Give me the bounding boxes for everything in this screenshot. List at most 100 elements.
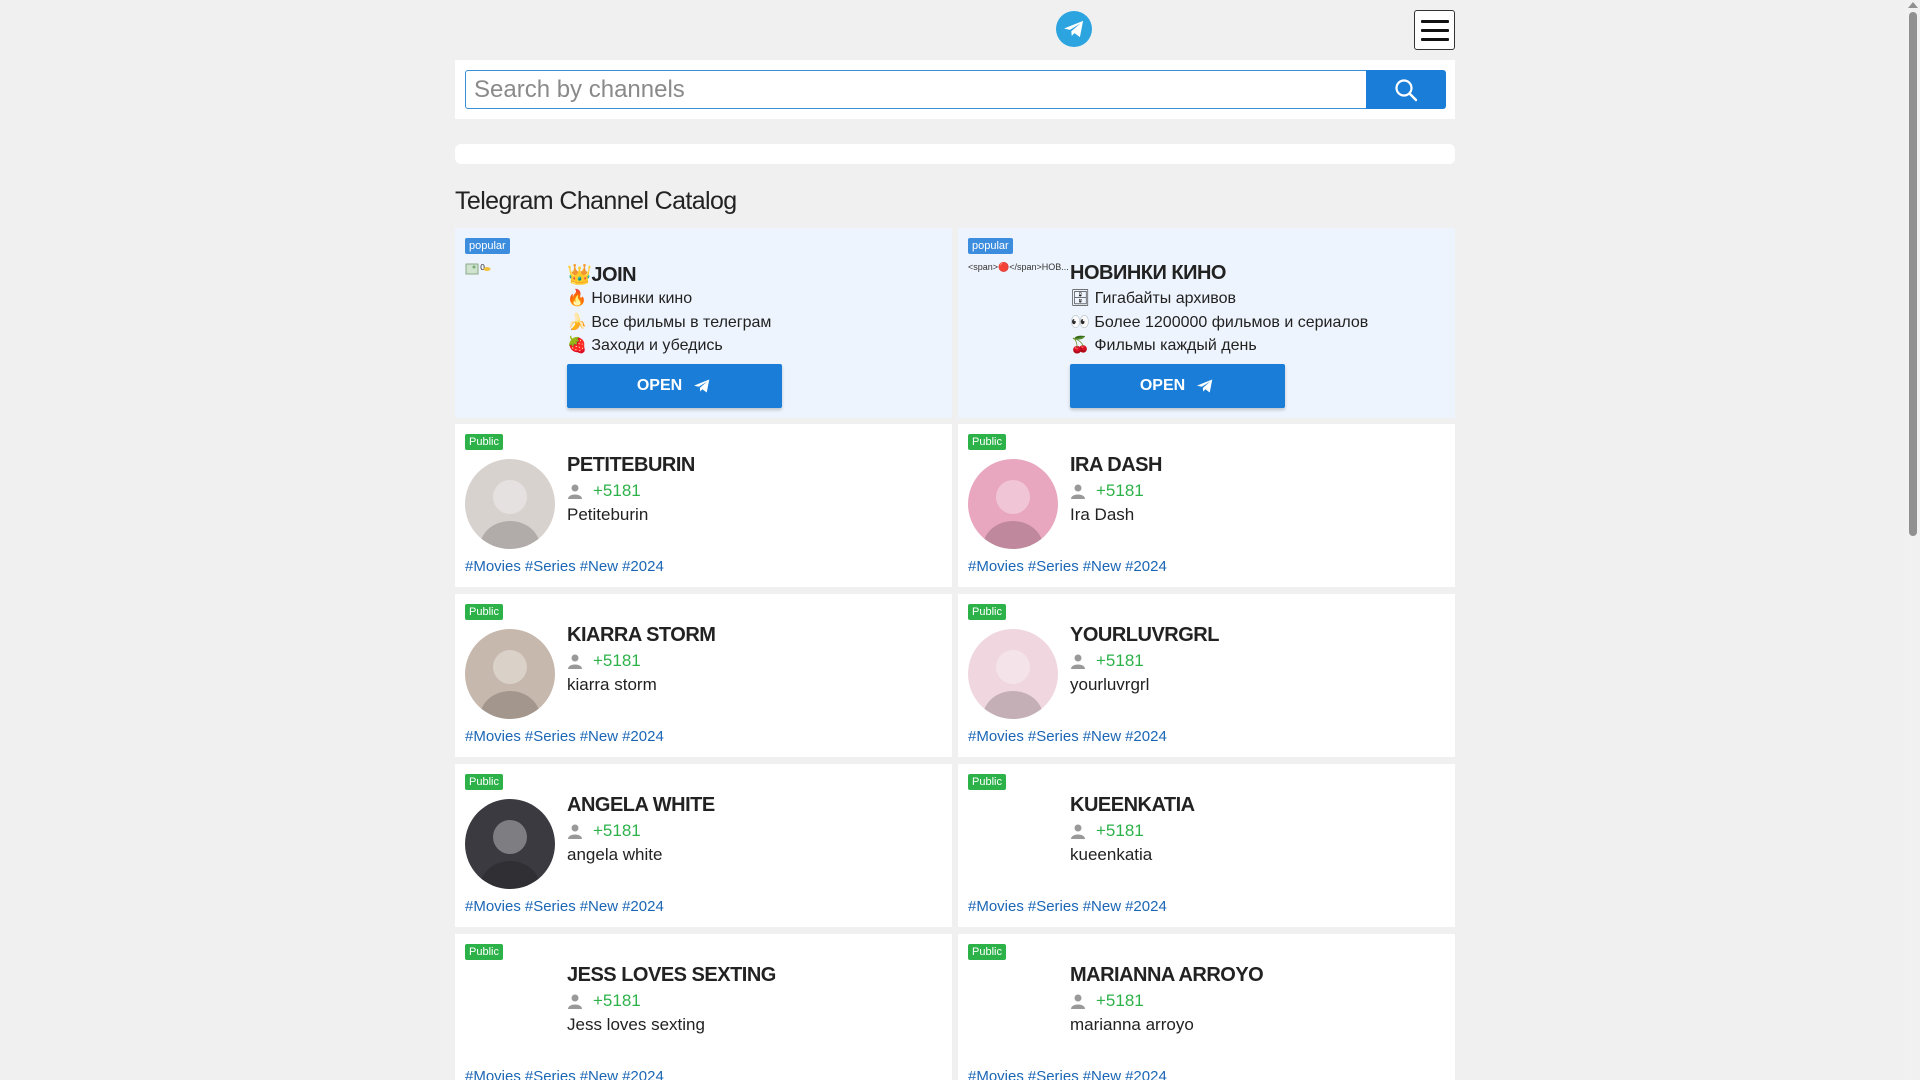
channel-title[interactable]: KUEENKATIA: [1070, 794, 1195, 817]
channel-card[interactable]: Public KUEENKATIA +5181 kueenkatia #Movi…: [958, 764, 1455, 927]
channel-card[interactable]: Public MARIANNA ARROYO +5181 marianna ar…: [958, 934, 1455, 1080]
promo-title: НОВИНКИ КИНО: [1070, 262, 1226, 284]
channel-tags: #Movies #Series #New #2024: [465, 898, 664, 915]
channel-description: Jess loves sexting: [567, 1015, 705, 1034]
channel-title[interactable]: YOURLUVRGRL: [1070, 624, 1219, 647]
hamburger-line: [1420, 37, 1449, 41]
channel-avatar[interactable]: [968, 629, 1058, 719]
tag-link[interactable]: #Series: [1028, 728, 1079, 745]
channel-description: yourluvrgrl: [1070, 675, 1150, 694]
open-channel-button[interactable]: OPEN: [567, 364, 782, 408]
open-channel-button[interactable]: OPEN: [1070, 364, 1285, 408]
channel-title[interactable]: KIARRA STORM: [567, 624, 716, 647]
tag-link[interactable]: #New: [1083, 1068, 1121, 1080]
promo-line: 🍌 Все фильмы в телеграм: [567, 313, 772, 331]
tag-link[interactable]: #Movies: [465, 728, 521, 745]
vertical-scrollbar[interactable]: [1905, 0, 1920, 1080]
channel-card[interactable]: Public IRA DASH +5181 Ira Dash #Movies #S…: [958, 424, 1455, 587]
channel-description: marianna arroyo: [1070, 1015, 1194, 1034]
scroll-up-arrow-icon[interactable]: [1908, 2, 1918, 8]
channel-card[interactable]: Public JESS LOVES SEXTING +5181 Jess lov…: [455, 934, 952, 1080]
promo-lines: 🔥 Новинки кино 🍌 Все фильмы в телеграм 🍓…: [567, 287, 771, 358]
tag-link[interactable]: #Movies: [465, 1068, 521, 1080]
tag-link[interactable]: #New: [580, 1068, 618, 1080]
user-icon: [568, 654, 582, 669]
channel-avatar[interactable]: [465, 799, 555, 889]
broken-image-icon: 0: [465, 262, 555, 279]
public-badge: Public: [968, 774, 1006, 790]
member-count-row: +5181: [567, 651, 641, 671]
scrollbar-thumb[interactable]: [1909, 12, 1917, 536]
channel-tags: #Movies #Series #New #2024: [968, 728, 1167, 745]
tag-link[interactable]: #Movies: [465, 898, 521, 915]
tag-link[interactable]: #New: [1083, 728, 1121, 745]
channel-card[interactable]: Public ANGELA WHITE +5181 angela white #…: [455, 764, 952, 927]
channel-tags: #Movies #Series #New #2024: [465, 558, 664, 575]
tag-link[interactable]: #Series: [525, 728, 576, 745]
tag-link[interactable]: #2024: [622, 728, 664, 745]
tag-link[interactable]: #New: [1083, 898, 1121, 915]
channel-avatar[interactable]: [465, 629, 555, 719]
tag-link[interactable]: #Movies: [968, 728, 1024, 745]
tag-link[interactable]: #Series: [1028, 558, 1079, 575]
tag-link[interactable]: #2024: [1125, 728, 1167, 745]
tag-link[interactable]: #Series: [525, 898, 576, 915]
promo-line: 🍒 Фильмы каждый день: [1070, 337, 1257, 354]
search-input[interactable]: [465, 70, 1367, 109]
tag-link[interactable]: #New: [580, 898, 618, 915]
tag-link[interactable]: #2024: [622, 1068, 664, 1080]
tag-link[interactable]: #2024: [1125, 1068, 1167, 1080]
broken-image-alt-text: <span>🔴</span>НОВ...: [968, 262, 1069, 272]
channel-avatar[interactable]: [968, 459, 1058, 549]
tag-link[interactable]: #2024: [1125, 558, 1167, 575]
channel-avatar[interactable]: [968, 799, 1058, 889]
promo-line: 🗄 Гигабайты архивов: [1070, 290, 1237, 307]
tag-link[interactable]: #Series: [525, 1068, 576, 1080]
member-count-row: +5181: [1070, 821, 1144, 841]
channel-avatar[interactable]: [465, 459, 555, 549]
tag-link[interactable]: #New: [580, 728, 618, 745]
hamburger-line: [1420, 28, 1449, 32]
tag-link[interactable]: #Movies: [968, 1068, 1024, 1080]
tag-link[interactable]: #Series: [1028, 1068, 1079, 1080]
channel-title[interactable]: ANGELA WHITE: [567, 794, 715, 817]
tag-link[interactable]: #Movies: [968, 558, 1024, 575]
tag-link[interactable]: #2024: [1125, 898, 1167, 915]
tag-link[interactable]: #New: [580, 558, 618, 575]
tag-link[interactable]: #2024: [622, 898, 664, 915]
channel-tags: #Movies #Series #New #2024: [465, 1068, 664, 1080]
telegram-logo-icon[interactable]: [1056, 11, 1092, 47]
channel-avatar[interactable]: [465, 969, 555, 1059]
member-count: +5181: [1096, 821, 1144, 840]
tag-link[interactable]: #New: [1083, 558, 1121, 575]
popular-badge: popular: [968, 238, 1013, 254]
member-count-row: +5181: [1070, 651, 1144, 671]
telegram-plane-icon: [694, 379, 710, 393]
tag-link[interactable]: #Series: [525, 558, 576, 575]
channel-avatar[interactable]: [968, 969, 1058, 1059]
channel-title[interactable]: IRA DASH: [1070, 454, 1162, 477]
tag-link[interactable]: #Movies: [465, 558, 521, 575]
channel-title[interactable]: JESS LOVES SEXTING: [567, 964, 776, 987]
channel-tags: #Movies #Series #New #2024: [968, 898, 1167, 915]
search-button[interactable]: [1366, 70, 1446, 109]
channel-card[interactable]: Public PETITEBURIN +5181 Petiteburin #Mo…: [455, 424, 952, 587]
tag-link[interactable]: #Movies: [968, 898, 1024, 915]
channel-tags: #Movies #Series #New #2024: [465, 728, 664, 745]
member-count-row: +5181: [567, 481, 641, 501]
channel-title[interactable]: PETITEBURIN: [567, 454, 695, 477]
member-count: +5181: [1096, 991, 1144, 1010]
hamburger-menu-button[interactable]: [1414, 10, 1455, 50]
open-button-label: OPEN: [636, 377, 683, 394]
tag-link[interactable]: #2024: [622, 558, 664, 575]
tag-link[interactable]: #Series: [1028, 898, 1079, 915]
member-count: +5181: [593, 991, 641, 1010]
ad-placeholder-bar: [455, 144, 1455, 164]
hamburger-line: [1420, 19, 1449, 23]
channel-description: kueenkatia: [1070, 845, 1153, 864]
channel-title[interactable]: MARIANNA ARROYO: [1070, 964, 1264, 987]
promo-card: popular 0 👑JOIN 🔥 Новинки кино 🍌 Все фил…: [455, 228, 952, 418]
channel-card[interactable]: Public KIARRA STORM +5181 kiarra storm #…: [455, 594, 952, 757]
channel-description: kiarra storm: [567, 675, 657, 694]
channel-card[interactable]: Public YOURLUVRGRL +5181 yourluvrgrl #Mo…: [958, 594, 1455, 757]
